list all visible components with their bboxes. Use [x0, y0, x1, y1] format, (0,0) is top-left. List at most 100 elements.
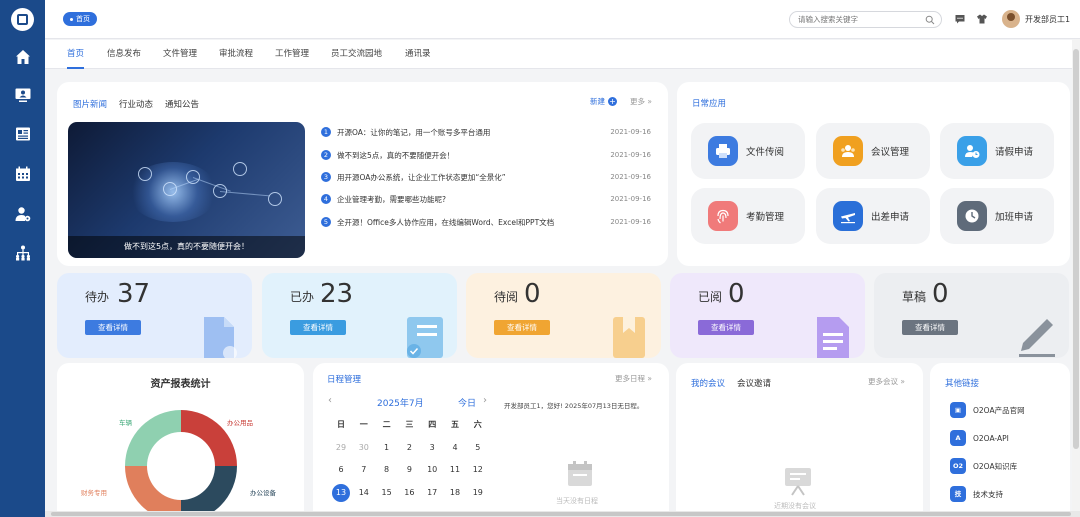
- calendar-weekday: 一: [359, 420, 368, 429]
- calendar-day[interactable]: 5: [469, 439, 487, 457]
- link-o2oa-knowledge[interactable]: O2 O2OA知识库: [950, 457, 1017, 475]
- calendar-day[interactable]: 10: [423, 461, 441, 479]
- vertical-scrollbar[interactable]: [1072, 39, 1080, 511]
- calendar-day[interactable]: 16: [400, 484, 418, 502]
- news-number: 4: [321, 194, 331, 204]
- tab-home[interactable]: 首页: [67, 40, 85, 69]
- news-item[interactable]: 2 做不到这5点，真的不要随便开会！ 2021-09-16: [321, 148, 651, 162]
- double-chevron-right-icon: »: [900, 377, 905, 386]
- news-icon[interactable]: [0, 115, 45, 153]
- link-o2oa-api[interactable]: A O2OA-API: [950, 429, 1009, 447]
- stat-count: 0: [932, 279, 949, 309]
- tab-file-management[interactable]: 文件管理: [163, 40, 197, 69]
- news-item[interactable]: 4 企业管理考勤，需要哪些功能呢? 2021-09-16: [321, 192, 651, 206]
- calendar-day-today[interactable]: 13: [332, 483, 350, 502]
- message-icon[interactable]: [954, 13, 966, 25]
- calendar-day[interactable]: 9: [400, 461, 418, 479]
- tab-contacts[interactable]: 通讯录: [405, 40, 431, 69]
- calendar-day[interactable]: 2: [400, 439, 418, 457]
- calendar-day[interactable]: 17: [423, 484, 441, 502]
- calendar-day[interactable]: 29: [332, 439, 350, 457]
- tab-work-management[interactable]: 工作管理: [275, 40, 309, 69]
- app-label: 文件传阅: [746, 147, 785, 158]
- calendar-day[interactable]: 7: [355, 461, 373, 479]
- calendar-weekday: 五: [451, 420, 459, 429]
- calendar-day[interactable]: 8: [378, 461, 396, 479]
- tab-approval-flow[interactable]: 审批流程: [219, 40, 253, 69]
- pie-slice[interactable]: [125, 410, 181, 466]
- news-image[interactable]: 做不到这5点，真的不要随便开会！: [68, 122, 305, 258]
- monitor-user-icon[interactable]: [0, 76, 45, 114]
- tab-meeting-invitations[interactable]: 会议邀请: [737, 377, 771, 389]
- calendar-day[interactable]: 4: [446, 439, 464, 457]
- calendar-day[interactable]: 12: [469, 461, 487, 479]
- calendar-day[interactable]: 18: [446, 484, 464, 502]
- news-more-link[interactable]: 更多 »: [630, 96, 652, 107]
- calendar-day[interactable]: 19: [469, 484, 487, 502]
- next-month-button[interactable]: ›: [483, 395, 487, 406]
- view-details-button[interactable]: 查看详情: [698, 320, 754, 335]
- more-label: 更多: [630, 97, 645, 106]
- news-item[interactable]: 5 全开源！Office多人协作应用，在线编辑Word、Excel和PPT文档 20…: [321, 215, 651, 229]
- horizontal-scrollbar[interactable]: [45, 511, 1080, 517]
- calendar-weekday: 四: [428, 420, 437, 429]
- news-item[interactable]: 1 开源OA：让你的笔记，用一个账号多平台通用 2021-09-16: [321, 125, 651, 139]
- view-details-button[interactable]: 查看详情: [902, 320, 958, 335]
- tab-notices[interactable]: 通知公告: [165, 98, 199, 110]
- meeting-icon: [833, 136, 863, 166]
- pie-label-office-supplies: 办公用品: [227, 419, 253, 427]
- app-business-trip-button[interactable]: 出差申请: [816, 188, 930, 244]
- meetings-more-link[interactable]: 更多会议 »: [868, 376, 905, 387]
- app-overtime-request-button[interactable]: 加班申请: [940, 188, 1054, 244]
- tab-employee-forum[interactable]: 员工交流园地: [331, 40, 382, 69]
- link-tech-support[interactable]: 技技术支持: [950, 485, 1003, 503]
- app-attendance-button[interactable]: 考勤管理: [691, 188, 805, 244]
- plus-icon: +: [608, 97, 617, 106]
- tab-photo-news[interactable]: 图片新闻: [73, 98, 107, 110]
- search-box[interactable]: [789, 11, 942, 28]
- username[interactable]: 开发部员工1: [1025, 14, 1070, 25]
- calendar-day[interactable]: 14: [355, 484, 373, 502]
- pie-label-vehicles: 车辆: [119, 419, 132, 427]
- app-file-circulation-button[interactable]: 文件传阅: [691, 123, 805, 179]
- calendar-day[interactable]: 30: [355, 439, 373, 457]
- calendar-day[interactable]: 6: [332, 461, 350, 479]
- today-button[interactable]: 今日: [458, 396, 476, 409]
- pie-slice[interactable]: [125, 466, 181, 517]
- view-details-button[interactable]: 查看详情: [85, 320, 141, 335]
- pie-slice[interactable]: [181, 466, 237, 517]
- breadcrumb[interactable]: 首页: [63, 12, 97, 26]
- calendar-day[interactable]: 11: [446, 461, 464, 479]
- avatar[interactable]: [1002, 10, 1020, 28]
- view-details-button[interactable]: 查看详情: [494, 320, 550, 335]
- calendar-day[interactable]: 1: [378, 439, 396, 457]
- calendar-weekday: 二: [382, 420, 391, 429]
- schedule-more-link[interactable]: 更多日程 »: [615, 373, 652, 384]
- app-logo[interactable]: [11, 8, 34, 31]
- search-input[interactable]: [790, 12, 920, 27]
- prev-month-button[interactable]: ‹: [328, 395, 332, 406]
- search-icon[interactable]: [925, 15, 935, 25]
- news-date: 2021-09-16: [610, 151, 651, 159]
- app-leave-request-button[interactable]: 请假申请: [940, 123, 1054, 179]
- pie-label-finance: 财务专用: [81, 489, 107, 497]
- app-meeting-management-button[interactable]: 会议管理: [816, 123, 930, 179]
- tab-my-meetings[interactable]: 我的会议: [691, 377, 725, 389]
- read-document-icon: [817, 317, 849, 358]
- link-o2oa-website[interactable]: ▣ O2OA产品官网: [950, 401, 1025, 419]
- asset-report-card: 资产报表统计 办公用品 办公设备 财务专用 车辆: [57, 363, 304, 517]
- calendar-day[interactable]: 15: [378, 484, 396, 502]
- calendar-day[interactable]: 3: [423, 439, 441, 457]
- calendar-icon[interactable]: [0, 155, 45, 193]
- new-news-button[interactable]: 新建 +: [590, 96, 617, 107]
- home-icon[interactable]: [0, 38, 45, 76]
- org-chart-icon[interactable]: [0, 234, 45, 272]
- theme-shirt-icon[interactable]: [976, 13, 988, 25]
- view-details-button[interactable]: 查看详情: [290, 320, 346, 335]
- user-settings-icon[interactable]: [0, 195, 45, 233]
- tab-info-publish[interactable]: 信息发布: [107, 40, 141, 69]
- tab-industry-news[interactable]: 行业动态: [119, 98, 153, 110]
- news-title: 用开源OA办公系统，让企业工作状态更加“全景化”: [337, 172, 506, 182]
- news-item[interactable]: 3 用开源OA办公系统，让企业工作状态更加“全景化” 2021-09-16: [321, 170, 651, 184]
- app-label: 请假申请: [995, 147, 1034, 158]
